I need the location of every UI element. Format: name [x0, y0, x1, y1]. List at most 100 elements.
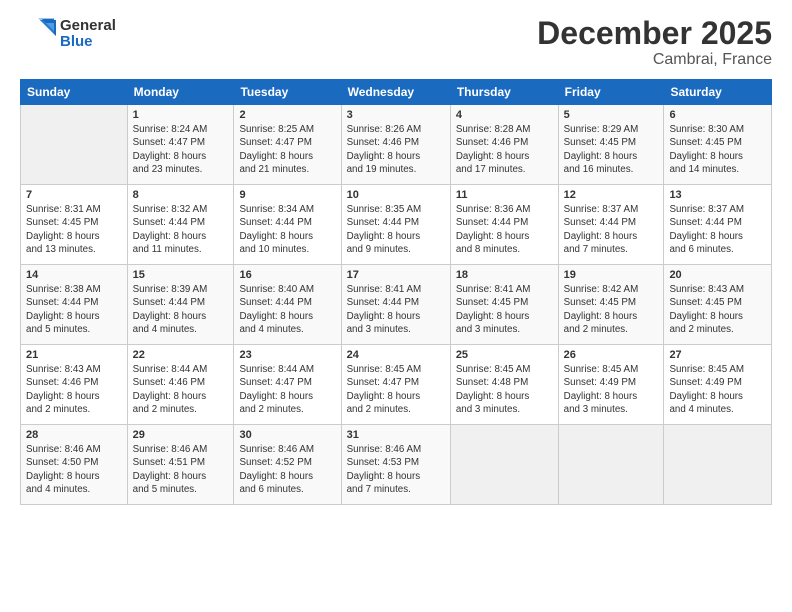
title-block: December 2025 Cambrai, France [537, 16, 772, 69]
day-info: Sunrise: 8:41 AM Sunset: 4:44 PM Dayligh… [347, 283, 445, 336]
day-number: 20 [669, 269, 766, 281]
day-number: 21 [26, 349, 122, 361]
day-number: 11 [456, 189, 553, 201]
calendar-cell: 12 Sunrise: 8:37 AM Sunset: 4:44 PM Dayli… [558, 185, 664, 265]
day-number: 19 [564, 269, 659, 281]
day-number: 15 [133, 269, 229, 281]
day-number: 26 [564, 349, 659, 361]
calendar-cell: 14 Sunrise: 8:38 AM Sunset: 4:44 PM Dayli… [21, 265, 128, 345]
location-title: Cambrai, France [537, 51, 772, 69]
day-info: Sunrise: 8:46 AM Sunset: 4:53 PM Dayligh… [347, 443, 445, 496]
logo-icon [20, 16, 56, 52]
day-info: Sunrise: 8:25 AM Sunset: 4:47 PM Dayligh… [239, 123, 335, 176]
day-number: 27 [669, 349, 766, 361]
day-info: Sunrise: 8:42 AM Sunset: 4:45 PM Dayligh… [564, 283, 659, 336]
calendar-cell: 26 Sunrise: 8:45 AM Sunset: 4:49 PM Dayli… [558, 345, 664, 425]
day-number: 25 [456, 349, 553, 361]
calendar-cell: 17 Sunrise: 8:41 AM Sunset: 4:44 PM Dayli… [341, 265, 450, 345]
header: General Blue December 2025 Cambrai, Fran… [20, 16, 772, 69]
day-info: Sunrise: 8:38 AM Sunset: 4:44 PM Dayligh… [26, 283, 122, 336]
day-number: 6 [669, 109, 766, 121]
day-header-friday: Friday [558, 80, 664, 105]
week-row-1: 1Sunrise: 8:24 AM Sunset: 4:47 PM Daylig… [21, 105, 772, 185]
day-header-monday: Monday [127, 80, 234, 105]
day-number: 18 [456, 269, 553, 281]
day-info: Sunrise: 8:43 AM Sunset: 4:45 PM Dayligh… [669, 283, 766, 336]
week-row-4: 21 Sunrise: 8:43 AM Sunset: 4:46 PM Dayli… [21, 345, 772, 425]
day-number: 14 [26, 269, 122, 281]
day-number: 28 [26, 429, 122, 441]
day-info: Sunrise: 8:45 AM Sunset: 4:49 PM Dayligh… [564, 363, 659, 416]
logo: General Blue [20, 16, 116, 52]
day-number: 23 [239, 349, 335, 361]
day-info: Sunrise: 8:44 AM Sunset: 4:47 PM Dayligh… [239, 363, 335, 416]
calendar-cell: 2 Sunrise: 8:25 AM Sunset: 4:47 PM Daylig… [234, 105, 341, 185]
day-header-wednesday: Wednesday [341, 80, 450, 105]
day-number: 29 [133, 429, 229, 441]
logo-blue: Blue [60, 34, 116, 51]
day-info: Sunrise: 8:34 AM Sunset: 4:44 PM Dayligh… [239, 203, 335, 256]
logo-text: General Blue [60, 18, 116, 51]
day-number: 2 [239, 109, 335, 121]
week-row-3: 14 Sunrise: 8:38 AM Sunset: 4:44 PM Dayli… [21, 265, 772, 345]
day-header-tuesday: Tuesday [234, 80, 341, 105]
day-number: 9 [239, 189, 335, 201]
day-number: 13 [669, 189, 766, 201]
page: General Blue December 2025 Cambrai, Fran… [0, 0, 792, 612]
day-info: Sunrise: 8:37 AM Sunset: 4:44 PM Dayligh… [564, 203, 659, 256]
calendar-cell: 13 Sunrise: 8:37 AM Sunset: 4:44 PM Dayli… [664, 185, 772, 265]
calendar-cell: 15Sunrise: 8:39 AM Sunset: 4:44 PM Dayli… [127, 265, 234, 345]
day-info: Sunrise: 8:40 AM Sunset: 4:44 PM Dayligh… [239, 283, 335, 336]
day-number: 17 [347, 269, 445, 281]
calendar-cell: 18 Sunrise: 8:41 AM Sunset: 4:45 PM Dayli… [450, 265, 558, 345]
day-number: 24 [347, 349, 445, 361]
calendar-cell: 25 Sunrise: 8:45 AM Sunset: 4:48 PM Dayli… [450, 345, 558, 425]
day-info: Sunrise: 8:43 AM Sunset: 4:46 PM Dayligh… [26, 363, 122, 416]
calendar-cell: 3Sunrise: 8:26 AM Sunset: 4:46 PM Daylig… [341, 105, 450, 185]
calendar-cell [664, 425, 772, 505]
day-number: 4 [456, 109, 553, 121]
day-info: Sunrise: 8:46 AM Sunset: 4:52 PM Dayligh… [239, 443, 335, 496]
day-info: Sunrise: 8:46 AM Sunset: 4:51 PM Dayligh… [133, 443, 229, 496]
calendar-cell: 16 Sunrise: 8:40 AM Sunset: 4:44 PM Dayli… [234, 265, 341, 345]
calendar-cell: 6 Sunrise: 8:30 AM Sunset: 4:45 PM Daylig… [664, 105, 772, 185]
day-info: Sunrise: 8:32 AM Sunset: 4:44 PM Dayligh… [133, 203, 229, 256]
day-number: 31 [347, 429, 445, 441]
month-title: December 2025 [537, 16, 772, 51]
day-info: Sunrise: 8:29 AM Sunset: 4:45 PM Dayligh… [564, 123, 659, 176]
day-number: 16 [239, 269, 335, 281]
day-info: Sunrise: 8:45 AM Sunset: 4:48 PM Dayligh… [456, 363, 553, 416]
calendar-cell: 1Sunrise: 8:24 AM Sunset: 4:47 PM Daylig… [127, 105, 234, 185]
day-info: Sunrise: 8:45 AM Sunset: 4:49 PM Dayligh… [669, 363, 766, 416]
day-number: 12 [564, 189, 659, 201]
calendar-cell [21, 105, 128, 185]
calendar-cell: 21 Sunrise: 8:43 AM Sunset: 4:46 PM Dayli… [21, 345, 128, 425]
calendar-cell: 4Sunrise: 8:28 AM Sunset: 4:46 PM Daylig… [450, 105, 558, 185]
day-header-saturday: Saturday [664, 80, 772, 105]
day-info: Sunrise: 8:37 AM Sunset: 4:44 PM Dayligh… [669, 203, 766, 256]
calendar-cell: 30Sunrise: 8:46 AM Sunset: 4:52 PM Dayli… [234, 425, 341, 505]
calendar-cell: 23 Sunrise: 8:44 AM Sunset: 4:47 PM Dayli… [234, 345, 341, 425]
header-row: SundayMondayTuesdayWednesdayThursdayFrid… [21, 80, 772, 105]
day-info: Sunrise: 8:36 AM Sunset: 4:44 PM Dayligh… [456, 203, 553, 256]
day-number: 5 [564, 109, 659, 121]
week-row-2: 7Sunrise: 8:31 AM Sunset: 4:45 PM Daylig… [21, 185, 772, 265]
day-info: Sunrise: 8:31 AM Sunset: 4:45 PM Dayligh… [26, 203, 122, 256]
day-number: 3 [347, 109, 445, 121]
week-row-5: 28Sunrise: 8:46 AM Sunset: 4:50 PM Dayli… [21, 425, 772, 505]
day-header-thursday: Thursday [450, 80, 558, 105]
calendar-cell: 19 Sunrise: 8:42 AM Sunset: 4:45 PM Dayli… [558, 265, 664, 345]
calendar-cell: 29 Sunrise: 8:46 AM Sunset: 4:51 PM Dayli… [127, 425, 234, 505]
day-number: 1 [133, 109, 229, 121]
day-info: Sunrise: 8:41 AM Sunset: 4:45 PM Dayligh… [456, 283, 553, 336]
calendar-cell: 5 Sunrise: 8:29 AM Sunset: 4:45 PM Daylig… [558, 105, 664, 185]
calendar-table: SundayMondayTuesdayWednesdayThursdayFrid… [20, 79, 772, 505]
day-info: Sunrise: 8:30 AM Sunset: 4:45 PM Dayligh… [669, 123, 766, 176]
calendar-cell: 10Sunrise: 8:35 AM Sunset: 4:44 PM Dayli… [341, 185, 450, 265]
day-number: 8 [133, 189, 229, 201]
day-header-sunday: Sunday [21, 80, 128, 105]
calendar-cell: 22Sunrise: 8:44 AM Sunset: 4:46 PM Dayli… [127, 345, 234, 425]
logo-general: General [60, 18, 116, 35]
calendar-cell: 31 Sunrise: 8:46 AM Sunset: 4:53 PM Dayli… [341, 425, 450, 505]
day-number: 10 [347, 189, 445, 201]
